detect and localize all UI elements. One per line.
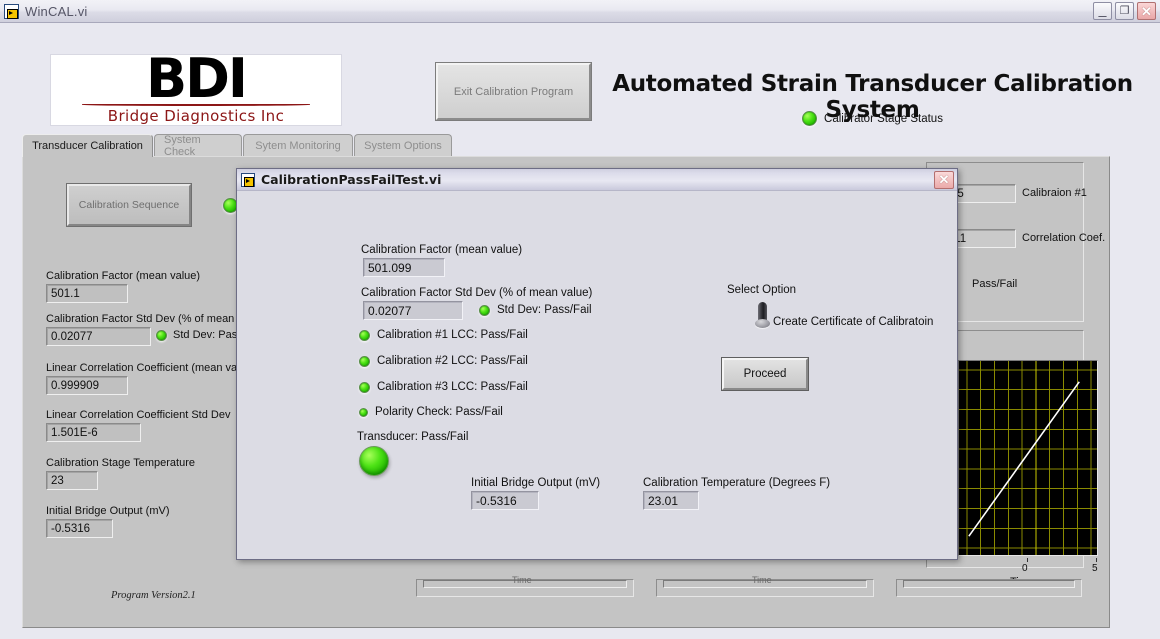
dialog-std-dev-status: Std Dev: Pass/Fail [479,304,592,316]
lcc-stddev-value[interactable]: 1.501E-6 [46,423,141,442]
linear-correlation-coefficient-label: Linear Correlation Coefficient (mean va [46,362,237,374]
tab-system-options[interactable]: System Options [354,134,452,156]
bdi-logo: BDI Bridge Diagnostics Inc [50,54,342,126]
maximize-icon: ❐ [1116,3,1133,19]
window-client-area: BDI Bridge Diagnostics Inc Exit Calibrat… [0,23,1160,639]
maximize-button[interactable]: ❐ [1115,2,1134,20]
x-tick-label-5: 5 [1092,563,1098,574]
dialog-std-dev-label: Calibration Factor Std Dev (% of mean va… [361,287,592,299]
calibration-3-lcc-label: Calibration #3 LCC: Pass/Fail [377,381,528,393]
dialog-close-button[interactable]: ✕ [934,171,954,189]
minimize-button[interactable]: _ [1093,2,1112,20]
proceed-button[interactable]: Proceed [722,358,808,390]
calibration-2-lcc-led-icon [359,356,370,367]
tab-strip: Transducer Calibration System Check Syte… [22,134,1110,156]
labview-vi-icon [241,173,255,187]
x-tick-mark-0 [1027,558,1028,562]
dialog-cal-temp-value[interactable]: 23.01 [643,491,699,510]
std-dev-status: Std Dev: Pas [156,329,237,341]
dialog-std-dev-value[interactable]: 0.02077 [363,301,463,320]
calibration-1-lcc-led-icon [359,330,370,341]
dialog-cal-temp-label: Calibration Temperature (Degrees F) [643,477,830,489]
tab-system-check[interactable]: System Check [154,134,242,156]
dialog-bridge-output-label: Initial Bridge Output (mV) [471,477,600,489]
dialog-std-dev-status-label: Std Dev: Pass/Fail [497,304,592,316]
create-certificate-toggle[interactable] [755,302,770,328]
std-dev-status-label: Std Dev: Pas [173,329,237,341]
iteration-2-time-label: Time [752,575,772,585]
logo-accent-bar [82,104,310,106]
iteration-3-graph-remnant [896,579,1082,597]
window-controls: _ ❐ ✕ [1093,2,1156,20]
iteration3-passfail-label: Pass/Fail [972,278,1017,290]
dialog-cal-factor-label: Calibration Factor (mean value) [361,244,522,256]
minimize-icon: _ [1094,3,1111,19]
transducer-passfail-label: Transducer: Pass/Fail [357,431,468,443]
calibration-sequence-button[interactable]: Calibration Sequence [67,184,191,226]
logo-tagline: Bridge Diagnostics Inc [108,107,284,125]
toggle-base-icon [755,319,770,328]
calibration-plot[interactable] [958,360,1098,556]
calibration-factor-value[interactable]: 501.1 [46,284,128,303]
program-version-label: Program Version2.1 [111,590,196,601]
stage-status-led-icon [802,111,817,126]
dialog-check-calibration-3: Calibration #3 LCC: Pass/Fail [359,381,528,393]
create-certificate-label: Create Certificate of Calibratoin [773,316,933,328]
std-dev-led-icon [156,330,167,341]
stage-status-label: Calibrator Stage Status [824,113,943,125]
calibration-pass-fail-dialog: CalibrationPassFailTest.vi ✕ Calibration… [236,168,958,560]
x-tick-label-0: 0 [1022,563,1028,574]
logo-wordmark: BDI [146,55,246,103]
transducer-passfail-led-icon [359,446,389,476]
polarity-check-led-icon [359,408,368,417]
iteration3-calibration-label: Calibraion #1 [1022,187,1087,199]
dialog-check-calibration-1: Calibration #1 LCC: Pass/Fail [359,329,528,341]
window-titlebar: WinCAL.vi _ ❐ ✕ [0,0,1160,23]
lcc-stddev-label: Linear Correlation Coefficient Std Dev [46,409,230,421]
iteration3-correlation-label: Correlation Coef. [1022,232,1105,244]
calibration-1-lcc-label: Calibration #1 LCC: Pass/Fail [377,329,528,341]
iteration-3-graph-inner [903,580,1075,588]
close-button[interactable]: ✕ [1137,2,1156,20]
dialog-check-calibration-2: Calibration #2 LCC: Pass/Fail [359,355,528,367]
plot-grid-and-trace [959,361,1097,555]
calibration-factor-stddev-value[interactable]: 0.02077 [46,327,151,346]
dialog-titlebar[interactable]: CalibrationPassFailTest.vi ✕ [237,169,957,191]
tab-transducer-calibration[interactable]: Transducer Calibration [22,134,153,157]
close-icon: ✕ [939,172,950,188]
x-tick-mark-5 [1096,558,1097,562]
std-dev-led-icon [479,305,490,316]
calibration-factor-stddev-label: Calibration Factor Std Dev (% of mean [46,313,234,325]
calibration-2-lcc-label: Calibration #2 LCC: Pass/Fail [377,355,528,367]
dialog-check-polarity: Polarity Check: Pass/Fail [359,406,503,418]
dialog-cal-factor-value[interactable]: 501.099 [363,258,445,277]
iteration-1-time-label: Time [512,575,532,585]
initial-bridge-output-value[interactable]: -0.5316 [46,519,113,538]
calibration-3-lcc-led-icon [359,382,370,393]
stage-temperature-label: Calibration Stage Temperature [46,457,195,469]
select-option-label: Select Option [727,284,796,296]
initial-bridge-output-label: Initial Bridge Output (mV) [46,505,170,517]
exit-calibration-program-button[interactable]: Exit Calibration Program [436,63,591,120]
dialog-body: Calibration Factor (mean value) 501.099 … [239,192,955,557]
tab-sytem-monitoring[interactable]: Sytem Monitoring [243,134,353,156]
application-window: WinCAL.vi _ ❐ ✕ BDI Bridge Diagnostics I… [0,0,1160,639]
dialog-bridge-output-value[interactable]: -0.5316 [471,491,539,510]
dialog-title: CalibrationPassFailTest.vi [261,172,441,187]
calibrator-stage-status: Calibrator Stage Status [600,111,1145,126]
labview-vi-icon [4,4,19,19]
close-icon: ✕ [1138,3,1155,19]
linear-correlation-coefficient-value[interactable]: 0.999909 [46,376,128,395]
calibration-factor-label: Calibration Factor (mean value) [46,270,200,282]
stage-temperature-value[interactable]: 23 [46,471,98,490]
window-title: WinCAL.vi [25,4,87,19]
polarity-check-label: Polarity Check: Pass/Fail [375,406,503,418]
